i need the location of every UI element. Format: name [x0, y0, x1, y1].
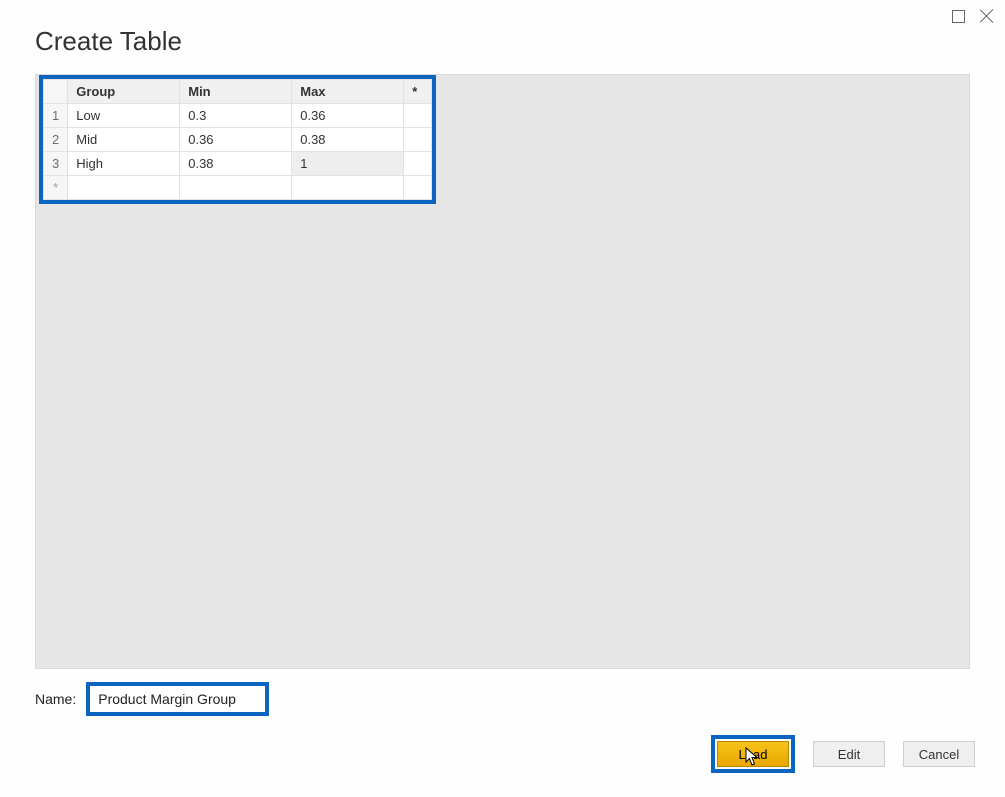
- cell-blank: [404, 128, 432, 152]
- cell-max[interactable]: 0.36: [292, 104, 404, 128]
- data-grid[interactable]: Group Min Max * 1 Low 0.3 0.36: [43, 79, 432, 200]
- dialog-buttons: Load Edit Cancel: [711, 735, 975, 773]
- table-canvas: Group Min Max * 1 Low 0.3 0.36: [35, 74, 970, 669]
- cell-group[interactable]: Low: [68, 104, 180, 128]
- column-header-min[interactable]: Min: [180, 80, 292, 104]
- edit-button[interactable]: Edit: [813, 741, 885, 767]
- cell-empty[interactable]: [180, 176, 292, 200]
- load-button[interactable]: Load: [717, 741, 789, 767]
- load-button-highlight: Load: [711, 735, 795, 773]
- name-label: Name:: [35, 691, 76, 707]
- cell-max[interactable]: 0.38: [292, 128, 404, 152]
- cell-group[interactable]: High: [68, 152, 180, 176]
- data-grid-highlight: Group Min Max * 1 Low 0.3 0.36: [39, 75, 436, 204]
- maximize-icon[interactable]: [952, 10, 965, 23]
- cell-min[interactable]: 0.38: [180, 152, 292, 176]
- cell-group[interactable]: Mid: [68, 128, 180, 152]
- cancel-button[interactable]: Cancel: [903, 741, 975, 767]
- window-controls: [952, 8, 995, 24]
- cell-min[interactable]: 0.36: [180, 128, 292, 152]
- row-number: 2: [44, 128, 68, 152]
- name-input[interactable]: [90, 686, 265, 712]
- column-header-max[interactable]: Max: [292, 80, 404, 104]
- table-row[interactable]: 2 Mid 0.36 0.38: [44, 128, 432, 152]
- row-number: 3: [44, 152, 68, 176]
- name-row: Name:: [35, 682, 269, 716]
- row-number: 1: [44, 104, 68, 128]
- new-row-marker: *: [44, 176, 68, 200]
- cell-min[interactable]: 0.3: [180, 104, 292, 128]
- cell-empty[interactable]: [292, 176, 404, 200]
- dialog-title: Create Table: [35, 26, 182, 57]
- cell-empty[interactable]: [68, 176, 180, 200]
- close-icon[interactable]: [979, 8, 995, 24]
- cell-blank: [404, 152, 432, 176]
- table-row[interactable]: 3 High 0.38 1: [44, 152, 432, 176]
- cell-blank: [404, 176, 432, 200]
- cell-max-selected[interactable]: 1: [292, 152, 404, 176]
- row-header-blank: [44, 80, 68, 104]
- name-input-highlight: [86, 682, 269, 716]
- cell-blank: [404, 104, 432, 128]
- header-row: Group Min Max *: [44, 80, 432, 104]
- new-row[interactable]: *: [44, 176, 432, 200]
- column-header-group[interactable]: Group: [68, 80, 180, 104]
- table-row[interactable]: 1 Low 0.3 0.36: [44, 104, 432, 128]
- add-column-button[interactable]: *: [404, 80, 432, 104]
- create-table-dialog: Create Table Group Min Max * 1 Low: [0, 0, 1005, 797]
